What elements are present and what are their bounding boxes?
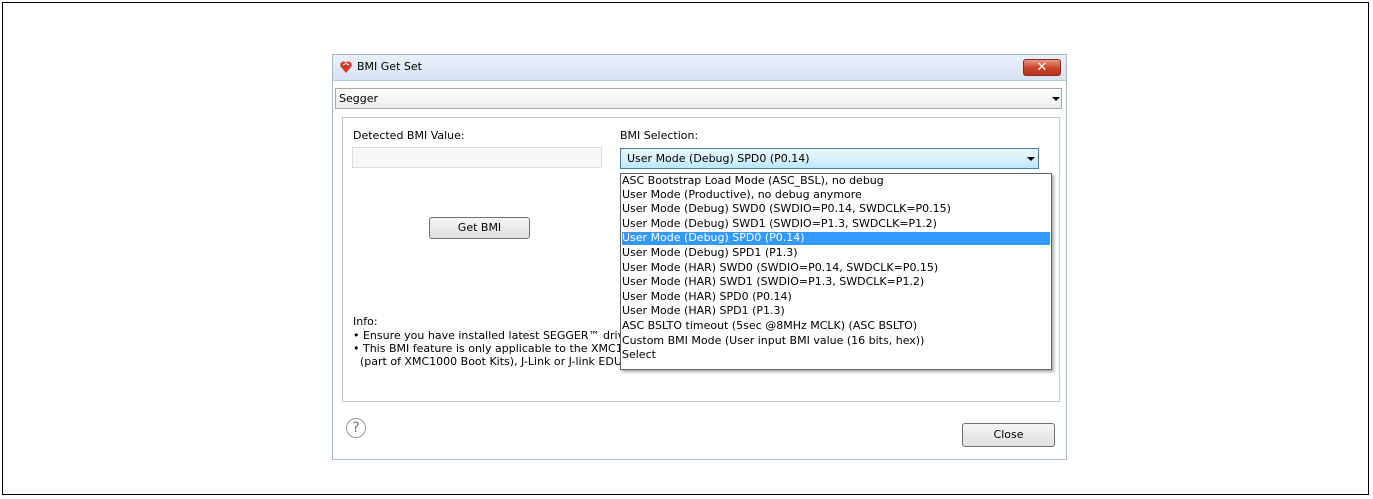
title-bar: BMI Get Set ✕ <box>333 55 1066 81</box>
adapter-select[interactable]: Segger <box>335 88 1062 109</box>
info-line-applicable: • This BMI feature is only applicable to… <box>353 342 630 355</box>
info-line-driver: • Ensure you have installed latest SEGGE… <box>353 329 638 342</box>
window-title: BMI Get Set <box>357 60 422 73</box>
dropdown-option[interactable]: User Mode (HAR) SPD1 (P1.3) <box>622 304 1050 318</box>
dropdown-option[interactable]: User Mode (Productive), no debug anymore <box>622 188 1050 202</box>
dropdown-option[interactable]: User Mode (HAR) SWD1 (SWDIO=P1.3, SWDCLK… <box>622 275 1050 289</box>
get-bmi-button[interactable]: Get BMI <box>429 217 530 239</box>
bmi-selection-label: BMI Selection: <box>620 129 699 142</box>
bmi-selection-dropdown-list: ASC Bootstrap Load Mode (ASC_BSL), no de… <box>620 173 1052 370</box>
dropdown-option[interactable]: ASC BSLTO timeout (5sec @8MHz MCLK) (ASC… <box>622 319 1050 333</box>
dropdown-option-selected[interactable]: User Mode (Debug) SPD0 (P0.14) <box>622 231 1050 245</box>
dropdown-option[interactable]: User Mode (Debug) SWD1 (SWDIO=P1.3, SWDC… <box>622 217 1050 231</box>
chevron-down-icon <box>1052 97 1060 101</box>
bmi-selection-value: User Mode (Debug) SPD0 (P0.14) <box>627 152 810 165</box>
bmi-selection-select[interactable]: User Mode (Debug) SPD0 (P0.14) <box>620 148 1039 169</box>
help-icon[interactable]: ? <box>346 418 366 438</box>
dropdown-option[interactable]: User Mode (HAR) SPD0 (P0.14) <box>622 290 1050 304</box>
app-icon <box>340 61 352 73</box>
close-button[interactable]: Close <box>962 423 1055 447</box>
adapter-select-value: Segger <box>339 92 379 105</box>
dropdown-option[interactable]: User Mode (HAR) SWD0 (SWDIO=P0.14, SWDCL… <box>622 261 1050 275</box>
dropdown-option[interactable]: User Mode (Debug) SPD1 (P1.3) <box>622 246 1050 260</box>
detected-bmi-label: Detected BMI Value: <box>353 129 465 142</box>
dropdown-option[interactable]: Custom BMI Mode (User input BMI value (1… <box>622 334 1050 348</box>
chevron-down-icon <box>1027 157 1035 161</box>
detected-bmi-field <box>352 147 602 168</box>
dropdown-option[interactable]: ASC Bootstrap Load Mode (ASC_BSL), no de… <box>622 174 1050 188</box>
dropdown-option[interactable]: Select <box>622 348 1050 362</box>
info-line-boot-kits: (part of XMC1000 Boot Kits), J-Link or J… <box>360 355 622 368</box>
info-heading: Info: <box>353 315 378 328</box>
dropdown-option[interactable]: User Mode (Debug) SWD0 (SWDIO=P0.14, SWD… <box>622 202 1050 216</box>
window-close-button[interactable]: ✕ <box>1023 59 1061 76</box>
